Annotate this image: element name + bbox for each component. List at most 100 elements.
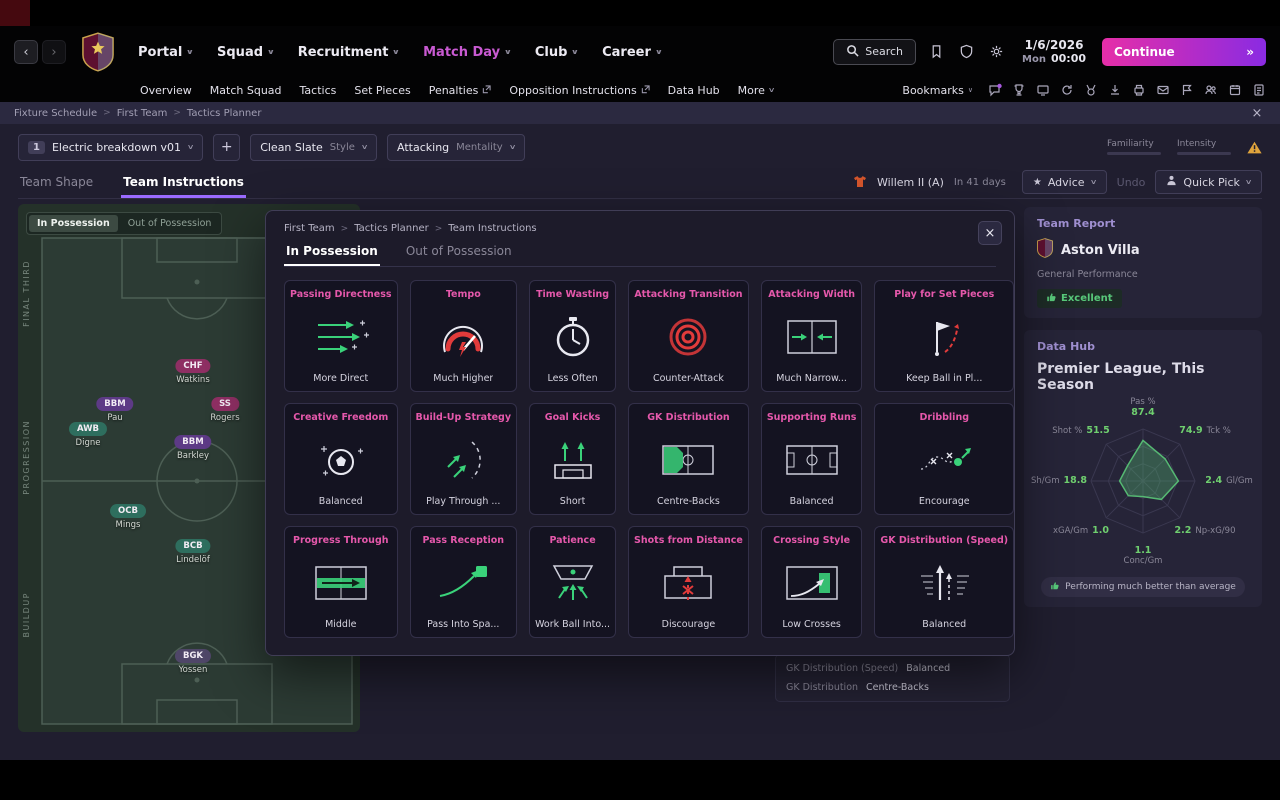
- instruction-row-gk-distribution-speed[interactable]: GK Distribution (Speed) Balanced: [786, 659, 999, 678]
- download-icon[interactable]: [1107, 83, 1122, 98]
- modal-tab-out-of-possession[interactable]: Out of Possession: [404, 244, 514, 266]
- nav-squad[interactable]: Squad ∨: [217, 45, 275, 60]
- radar-labels: Pas % 87.4 74.9 Tck % 2.4 Gl/Gm 2.2 Np-xG/90 1.1…: [1031, 397, 1253, 571]
- team-report-card[interactable]: Team Report Aston Villa General Performa…: [1024, 207, 1262, 318]
- nav-club[interactable]: Club ∨: [535, 45, 579, 60]
- patience-icon: [542, 546, 604, 619]
- instruction-card-dribbling[interactable]: Dribbling Encourage: [874, 403, 1015, 515]
- shield-icon[interactable]: [956, 42, 976, 62]
- team-instructions-modal: First Team > Tactics Planner > Team Instruct…: [265, 210, 1015, 656]
- pass-reception-icon: [432, 546, 494, 619]
- medal-icon[interactable]: [1083, 83, 1098, 98]
- instruction-card-patience[interactable]: Patience Work Ball Into...: [529, 526, 617, 638]
- instruction-card-goal-kicks[interactable]: Goal Kicks Short: [529, 403, 617, 515]
- nav-match-day[interactable]: Match Day ∨: [423, 45, 512, 60]
- subnav-penalties[interactable]: Penalties: [429, 84, 492, 97]
- instruction-card-gk-distribution[interactable]: GK Distribution Centre-Backs: [628, 403, 749, 515]
- player-digne[interactable]: AWB Digne: [68, 416, 108, 448]
- breadcrumb-item[interactable]: Tactics Planner: [187, 108, 262, 119]
- bookmark-icon[interactable]: [926, 42, 946, 62]
- tab-team-instructions[interactable]: Team Instructions: [121, 175, 246, 198]
- back-button[interactable]: ‹: [14, 40, 38, 64]
- card-title: Crossing Style: [773, 535, 851, 546]
- subnav-tactics[interactable]: Tactics: [300, 84, 337, 97]
- match-cluster: Willem II (A) In 41 days ★ Advice ∨ Undo…: [853, 170, 1262, 198]
- tactic-name: Electric breakdown v01: [51, 140, 182, 154]
- close-icon[interactable]: ×: [1248, 106, 1266, 121]
- player-rogers[interactable]: SS Rogers: [210, 391, 240, 423]
- subnav-data-hub[interactable]: Data Hub: [668, 84, 720, 97]
- style-select[interactable]: Clean Slate Style ∨: [250, 133, 378, 161]
- users-icon[interactable]: [1203, 83, 1218, 98]
- search-button[interactable]: Search: [833, 38, 917, 65]
- subnav-match-squad[interactable]: Match Squad: [210, 84, 282, 97]
- player-barkley[interactable]: BBM Barkley: [174, 429, 212, 461]
- subnav-set-pieces[interactable]: Set Pieces: [354, 84, 410, 97]
- breadcrumb-item[interactable]: Tactics Planner: [354, 223, 429, 234]
- instruction-card-attacking-width[interactable]: Attacking Width Much Narrow...: [760, 280, 863, 392]
- instruction-card-gk-distribution-speed[interactable]: GK Distribution (Speed) Balanced: [874, 526, 1015, 638]
- player-yossen[interactable]: BGK Yossen: [174, 643, 212, 675]
- chevron-down-icon: ∨: [186, 143, 195, 151]
- gear-icon[interactable]: [986, 42, 1006, 62]
- subnav-more[interactable]: More ∨: [738, 84, 776, 97]
- tactic-select[interactable]: 1 Electric breakdown v01 ∨: [18, 133, 204, 161]
- data-hub-card[interactable]: Data Hub Premier League, This Season Pas…: [1024, 330, 1262, 607]
- mail-icon[interactable]: [1155, 83, 1170, 98]
- chevron-down-icon: ∨: [967, 86, 973, 94]
- radar-axis-pas: Pas % 87.4: [1130, 397, 1156, 418]
- add-tactic-button[interactable]: +: [213, 133, 241, 161]
- instruction-card-attacking-transition[interactable]: Attacking Transition Counter-Attack: [628, 280, 749, 392]
- breadcrumb-item[interactable]: Fixture Schedule: [14, 108, 97, 119]
- forward-button[interactable]: ›: [42, 40, 66, 64]
- nav-recruitment[interactable]: Recruitment ∨: [298, 45, 401, 60]
- instruction-card-build-up-strategy[interactable]: Build-Up Strategy Play Through ...: [409, 403, 518, 515]
- notes-icon[interactable]: [1251, 83, 1266, 98]
- chat-icon[interactable]: [987, 83, 1002, 98]
- breadcrumb-item[interactable]: Team Instructions: [448, 223, 536, 234]
- nav-career[interactable]: Career ∨: [602, 45, 663, 60]
- instruction-card-play-for-set-pieces[interactable]: Play for Set Pieces Keep Ball in Pl...: [874, 280, 1015, 392]
- tab-team-shape[interactable]: Team Shape: [18, 175, 95, 198]
- card-value: Work Ball Into...: [535, 619, 611, 630]
- nav-portal[interactable]: Portal ∨: [138, 45, 194, 60]
- instruction-card-crossing-style[interactable]: Crossing Style Low Crosses: [760, 526, 863, 638]
- player-mings[interactable]: OCB Mings: [110, 498, 146, 530]
- instruction-card-supporting-runs[interactable]: Supporting Runs Balanced: [760, 403, 863, 515]
- instruction-card-time-wasting[interactable]: Time Wasting Less Often: [529, 280, 617, 392]
- instruction-card-tempo[interactable]: Tempo Much Higher: [409, 280, 518, 392]
- breadcrumb-item[interactable]: First Team: [117, 108, 168, 119]
- player-name: Watkins: [176, 375, 210, 385]
- advice-button[interactable]: ★ Advice ∨: [1021, 170, 1107, 194]
- printer-icon[interactable]: [1131, 83, 1146, 98]
- modal-tab-in-possession[interactable]: In Possession: [284, 244, 380, 266]
- toggle-in-possession[interactable]: In Possession: [29, 215, 118, 232]
- instruction-card-progress-through[interactable]: Progress Through Middle: [284, 526, 398, 638]
- flag-icon[interactable]: [1179, 83, 1194, 98]
- bookmarks-button[interactable]: Bookmarks ∨: [902, 84, 973, 97]
- person-icon: [1166, 175, 1177, 189]
- quick-pick-button[interactable]: Quick Pick ∨: [1155, 170, 1262, 194]
- instruction-card-creative-freedom[interactable]: Creative Freedom Balanced: [284, 403, 398, 515]
- toggle-out-of-possession[interactable]: Out of Possession: [120, 215, 220, 232]
- player-watkins[interactable]: CHF Watkins: [175, 353, 211, 385]
- modal-close-button[interactable]: ×: [978, 221, 1002, 245]
- trophy-icon[interactable]: [1011, 83, 1026, 98]
- subnav-opposition-instructions[interactable]: Opposition Instructions: [509, 84, 650, 97]
- refresh-icon[interactable]: [1059, 83, 1074, 98]
- calendar-icon[interactable]: [1227, 83, 1242, 98]
- mentality-select[interactable]: Attacking Mentality ∨: [387, 133, 525, 161]
- breadcrumb-item[interactable]: First Team: [284, 223, 335, 234]
- monitor-icon[interactable]: [1035, 83, 1050, 98]
- instruction-card-passing-directness[interactable]: Passing Directness More Direct: [284, 280, 398, 392]
- club-crest[interactable]: [82, 32, 114, 72]
- player-lindel-f[interactable]: BCB Lindelöf: [175, 533, 211, 565]
- continue-button[interactable]: Continue »: [1102, 37, 1266, 66]
- progress-through-icon: [310, 546, 372, 619]
- subnav-overview[interactable]: Overview: [140, 84, 192, 97]
- instruction-card-pass-reception[interactable]: Pass Reception Pass Into Spa...: [409, 526, 518, 638]
- instruction-card-shots-from-distance[interactable]: Shots from Distance Discourage: [628, 526, 749, 638]
- instruction-row-gk-distribution[interactable]: GK Distribution Centre-Backs: [786, 678, 999, 697]
- card-title: Dribbling: [919, 412, 970, 423]
- undo-button[interactable]: Undo: [1117, 176, 1146, 189]
